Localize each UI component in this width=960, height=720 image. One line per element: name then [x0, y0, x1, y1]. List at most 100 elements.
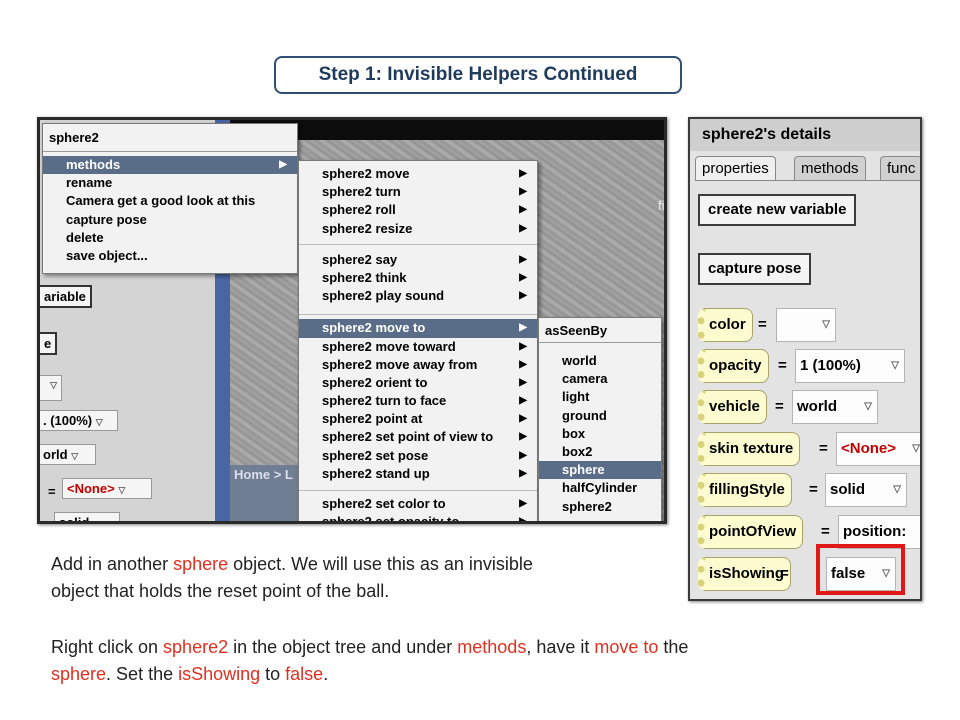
fragment-fi: fi — [658, 198, 665, 213]
target-item-world[interactable]: world — [539, 352, 661, 370]
method-item-move-to[interactable]: sphere2 move to ▶ — [299, 319, 537, 338]
method-label: sphere2 think — [322, 269, 407, 285]
triangle-right-icon: ▶ — [519, 290, 527, 302]
property-value-dropdown[interactable]: <None> ▽ — [836, 432, 920, 466]
text-run: object. We will use this as an invisible — [228, 554, 533, 574]
method-item[interactable]: sphere2 turn ▶ — [299, 183, 537, 201]
method-item[interactable]: sphere2 say ▶ — [299, 251, 537, 269]
method-item[interactable]: sphere2 point at ▶ — [299, 410, 537, 428]
target-item-sphere2[interactable]: sphere2 — [539, 498, 661, 516]
breadcrumb-home[interactable]: Home > L — [230, 465, 300, 521]
fragment-opacity-value[interactable]: . (100%) ▽ — [40, 410, 118, 431]
context-menu-item-camera-look[interactable]: Camera get a good look at this — [43, 192, 297, 210]
method-label: sphere2 resize — [322, 220, 413, 236]
fragment-e-button[interactable]: e — [40, 332, 58, 355]
instruction-paragraph-2: Right click on sphere2 in the object tre… — [51, 634, 931, 688]
fragment-world-value[interactable]: orld ▽ — [40, 444, 96, 465]
fragment-variable-button[interactable]: ariable — [40, 285, 92, 308]
text-run-highlight: sphere — [51, 664, 107, 684]
triangle-right-icon: ▶ — [519, 431, 527, 443]
triangle-right-icon: ▶ — [519, 222, 527, 234]
target-item-halfcylinder[interactable]: halfCylinder — [539, 479, 661, 497]
context-menu-header: sphere2 — [43, 124, 297, 152]
fragment-color-value[interactable]: ▽ — [40, 375, 62, 401]
method-item[interactable]: sphere2 think ▶ — [299, 269, 537, 287]
property-name[interactable]: pointOfView — [698, 515, 804, 549]
method-item[interactable]: sphere2 move away from ▶ — [299, 356, 537, 374]
fragment-e-label: e — [44, 336, 52, 351]
triangle-right-icon: ▶ — [519, 467, 527, 479]
fragment-equals: = — [48, 484, 56, 499]
property-value-dropdown[interactable]: ▽ — [776, 308, 836, 342]
text-run-highlight: sphere2 — [163, 637, 229, 657]
property-row-color: color = ▽ — [698, 308, 920, 344]
text-run-highlight: sphere — [173, 554, 229, 574]
equals-sign: = — [780, 565, 789, 582]
tab-methods[interactable]: methods — [794, 156, 866, 181]
property-name[interactable]: opacity — [698, 349, 769, 383]
menu-separator — [299, 490, 537, 491]
is-showing-highlight-box — [816, 544, 905, 595]
target-item-ground[interactable]: ground — [539, 407, 661, 425]
context-menu-item-delete[interactable]: delete — [43, 229, 297, 247]
method-label: sphere2 orient to — [322, 374, 428, 390]
details-panel-title: sphere2's details — [690, 119, 920, 151]
tab-properties[interactable]: properties — [695, 156, 776, 181]
target-item-box[interactable]: box — [539, 425, 661, 443]
target-item-light[interactable]: light — [539, 388, 661, 406]
property-name[interactable]: fillingStyle — [698, 473, 792, 507]
method-item[interactable]: sphere2 turn to face ▶ — [299, 392, 537, 410]
equals-sign: = — [819, 440, 828, 457]
text-run: . — [323, 664, 329, 684]
triangle-right-icon: ▶ — [519, 413, 527, 425]
method-item[interactable]: sphere2 stand up ▶ — [299, 465, 537, 483]
method-label: sphere2 set opacity to — [322, 514, 460, 524]
context-menu-item-save-object[interactable]: save object... — [43, 247, 297, 265]
target-item-sphere[interactable]: sphere — [539, 461, 661, 480]
fragment-variable-label: ariable — [44, 289, 86, 304]
method-item[interactable]: sphere2 set opacity to ▶ — [299, 513, 537, 524]
method-label: sphere2 set color to — [322, 496, 446, 511]
method-label: sphere2 set point of view to — [322, 429, 494, 445]
triangle-right-icon: ▶ — [519, 168, 527, 179]
text-run-highlight: isShowing — [178, 664, 261, 684]
fragment-none-value[interactable]: <None> ▽ — [62, 478, 152, 499]
context-menu-item-rename[interactable]: rename — [43, 174, 297, 192]
method-item[interactable]: sphere2 orient to ▶ — [299, 374, 537, 392]
method-label: sphere2 move — [322, 166, 410, 181]
triangle-down-icon: ▽ — [912, 443, 920, 454]
fragment-solid-value[interactable]: solid — [54, 512, 120, 521]
method-item[interactable]: sphere2 set color to ▶ — [299, 495, 537, 513]
property-name[interactable]: isShowing — [698, 557, 791, 591]
property-value-dropdown[interactable]: solid ▽ — [825, 473, 907, 507]
method-item[interactable]: sphere2 set point of view to ▶ — [299, 428, 537, 446]
triangle-down-icon: ▽ — [891, 360, 899, 371]
property-name[interactable]: vehicle — [698, 390, 767, 424]
context-menu-item-methods[interactable]: methods ▶ — [43, 156, 297, 175]
method-item[interactable]: sphere2 play sound ▶ — [299, 287, 537, 305]
method-item[interactable]: sphere2 resize ▶ — [299, 220, 537, 238]
target-menu-header: asSeenBy — [539, 318, 661, 343]
property-row-filling-style: fillingStyle = solid ▽ — [698, 473, 920, 509]
property-row-skin-texture: skin texture = <None> ▽ — [698, 432, 920, 468]
property-name[interactable]: color — [698, 308, 753, 342]
capture-pose-button[interactable]: capture pose — [698, 253, 812, 285]
text-run: in the object tree and under — [228, 637, 458, 657]
create-new-variable-button[interactable]: create new variable — [698, 194, 857, 226]
property-value-dropdown[interactable]: world ▽ — [792, 390, 878, 424]
property-value-dropdown[interactable]: 1 (100%) ▽ — [795, 349, 905, 383]
method-item[interactable]: sphere2 move toward ▶ — [299, 338, 537, 356]
target-item-camera[interactable]: camera — [539, 370, 661, 388]
method-item[interactable]: sphere2 set pose ▶ — [299, 447, 537, 465]
property-name[interactable]: skin texture — [698, 432, 801, 466]
method-item[interactable]: sphere2 move ▶ — [299, 165, 537, 183]
method-label: sphere2 roll — [322, 202, 396, 218]
triangle-right-icon: ▶ — [519, 253, 527, 265]
tab-functions[interactable]: func — [880, 156, 920, 181]
triangle-right-icon: ▶ — [279, 159, 287, 170]
context-menu-item-capture-pose[interactable]: capture pose — [43, 211, 297, 229]
method-label: sphere2 point at — [322, 411, 423, 427]
property-value: position: — [843, 523, 907, 540]
target-item-box2[interactable]: box2 — [539, 443, 661, 461]
method-item[interactable]: sphere2 roll ▶ — [299, 201, 537, 219]
